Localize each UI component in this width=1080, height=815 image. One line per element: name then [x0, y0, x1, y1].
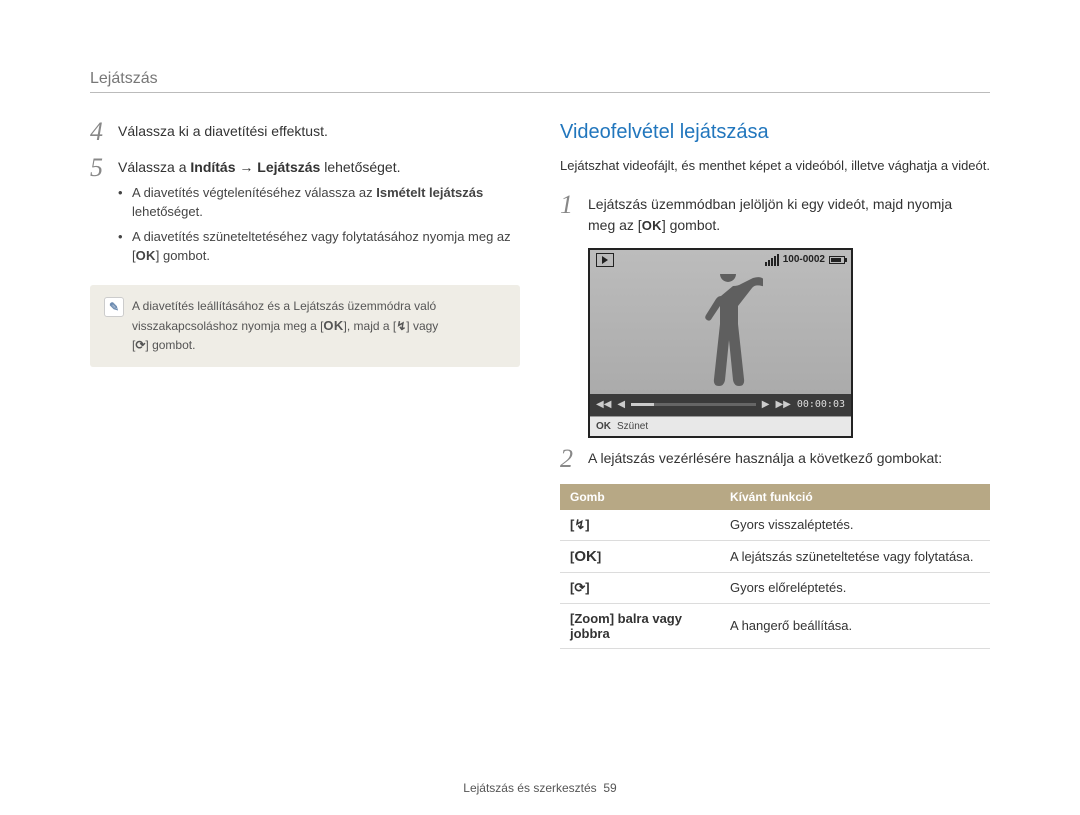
text: lehetőséget.	[132, 204, 203, 219]
text: A diavetítés leállításához és a Lejátszá…	[132, 299, 436, 313]
table-row: [⟳] Gyors előreléptetés.	[560, 572, 990, 603]
function-desc: A hangerő beállítása.	[720, 603, 990, 648]
bracket: ]	[585, 517, 589, 532]
ok-icon: OK	[574, 548, 597, 565]
text: Lejátszás üzemmódban jelöljön ki egy vid…	[588, 196, 952, 212]
bullet: A diavetítés szüneteltetéséhez vagy foly…	[118, 228, 520, 266]
zoom-control-label: [Zoom] balra vagy jobbra	[560, 603, 720, 648]
note-icon: ✎	[104, 297, 124, 317]
silhouette-image	[693, 274, 763, 394]
function-desc: Gyors előreléptetés.	[720, 572, 990, 603]
page-number: 59	[603, 781, 616, 795]
timer-icon: ⟳	[135, 338, 145, 352]
step-number: 1	[560, 192, 588, 236]
flash-icon: ↯	[396, 319, 406, 333]
progress-bar	[631, 403, 756, 406]
intro-text: Lejátszhat videofájlt, és menthet képet …	[560, 156, 990, 176]
table-row: [↯] Gyors visszaléptetés.	[560, 510, 990, 541]
left-column: 4 Válassza ki a diavetítési effektust. 5…	[90, 121, 520, 649]
step-text: Válassza ki a diavetítési effektust.	[118, 121, 520, 145]
function-desc: A lejátszás szüneteltetése vagy folytatá…	[720, 540, 990, 572]
prev-icon: ◀	[617, 399, 625, 410]
rewind-icon: ◀◀	[596, 399, 611, 410]
arrow: →	[236, 159, 258, 175]
chapter-name: Lejátszás és szerkesztés	[463, 781, 596, 795]
text: A diavetítés végtelenítéséhez válassza a…	[132, 185, 376, 200]
bracket: ]	[585, 580, 589, 595]
step-5: 5 Válassza a Indítás → Lejátszás lehetős…	[90, 157, 520, 271]
step-number: 2	[560, 446, 588, 472]
text: ] gombot.	[145, 338, 195, 352]
video-preview: 100-0002 ◀◀ ◀ ▶ ▶▶ 00:00:03	[588, 248, 853, 438]
next-icon: ▶	[762, 399, 770, 410]
text: ] vagy	[406, 319, 438, 333]
play-indicator-icon	[596, 253, 614, 267]
video-controls: ◀◀ ◀ ▶ ▶▶ 00:00:03	[590, 394, 851, 416]
table-header-function: Kívánt funkció	[720, 484, 990, 510]
file-counter: 100-0002	[783, 254, 825, 265]
ok-icon: OK	[642, 218, 662, 233]
step-text: Lejátszás üzemmódban jelöljön ki egy vid…	[588, 194, 990, 236]
flash-icon: ↯	[574, 517, 585, 532]
right-column: Videofelvétel lejátszása Lejátszhat vide…	[560, 121, 990, 649]
text: lehetőséget.	[320, 159, 400, 175]
step-text: A lejátszás vezérlésére használja a köve…	[588, 448, 990, 472]
ok-icon: OK	[596, 421, 611, 432]
text: meg az [	[588, 217, 642, 233]
table-header-button: Gomb	[560, 484, 720, 510]
ok-icon: OK	[136, 248, 156, 263]
step-4: 4 Válassza ki a diavetítési effektust.	[90, 121, 520, 145]
step-1: 1 Lejátszás üzemmódban jelöljön ki egy v…	[560, 194, 990, 236]
page-footer: Lejátszás és szerkesztés 59	[0, 781, 1080, 795]
text: Válassza a	[118, 159, 190, 175]
timer-icon: ⟳	[574, 580, 585, 595]
menu-path-item: Indítás	[190, 159, 235, 175]
text: visszakapcsoláshoz nyomja meg a [	[132, 319, 323, 333]
step-number: 5	[90, 155, 118, 271]
volume-bars-icon	[765, 254, 779, 266]
status-label: Szünet	[617, 421, 648, 432]
section-header: Lejátszás	[90, 70, 990, 93]
step-number: 4	[90, 119, 118, 145]
table-row: [Zoom] balra vagy jobbra A hangerő beáll…	[560, 603, 990, 648]
text: ], majd a [	[344, 319, 397, 333]
note-text: A diavetítés leállításához és a Lejátszá…	[132, 297, 438, 354]
timecode: 00:00:03	[797, 399, 845, 410]
text-bold: Ismételt lejátszás	[376, 185, 483, 200]
text: ] gombot.	[156, 248, 210, 263]
subsection-title: Videofelvétel lejátszása	[560, 121, 990, 144]
text: ] gombot.	[662, 217, 720, 233]
bracket: ]	[597, 549, 601, 564]
step-2: 2 A lejátszás vezérlésére használja a kö…	[560, 448, 990, 472]
menu-path-item: Lejátszás	[257, 159, 320, 175]
battery-icon	[829, 256, 845, 264]
note-box: ✎ A diavetítés leállításához és a Lejáts…	[90, 285, 520, 366]
video-status-bar: OK Szünet	[590, 416, 851, 436]
ffwd-icon: ▶▶	[775, 399, 790, 410]
bullet: A diavetítés végtelenítéséhez válassza a…	[118, 184, 520, 222]
ok-icon: OK	[323, 318, 343, 333]
controls-table: Gomb Kívánt funkció [↯] Gyors visszalépt…	[560, 484, 990, 649]
table-row: [OK] A lejátszás szüneteltetése vagy fol…	[560, 540, 990, 572]
step-text: Válassza a Indítás → Lejátszás lehetőség…	[118, 157, 520, 178]
function-desc: Gyors visszaléptetés.	[720, 510, 990, 541]
